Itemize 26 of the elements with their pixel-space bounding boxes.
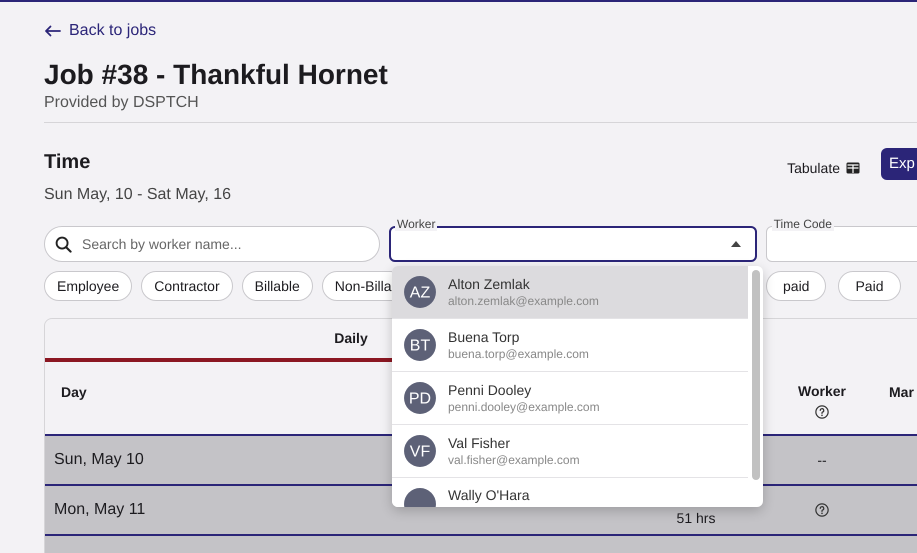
hours-cell-text: 51 hrs [676, 508, 716, 528]
worker-name: Alton Zemlak [448, 275, 531, 293]
column-header: Day [61, 384, 87, 400]
worker-name: Penni Dooley [448, 381, 532, 399]
job-title: Job #38 - Thankful Hornet [44, 58, 388, 92]
column-header: Mar [889, 384, 914, 400]
worker-label: Worker [395, 217, 438, 231]
worker-name: Wally O'Hara [448, 486, 530, 504]
provider-text: Provided by DSPTCH [44, 93, 199, 113]
worker-email: penni.dooley@example.com [448, 399, 600, 415]
time-code-label: Time Code [772, 217, 834, 231]
worker-name: Val Fisher [448, 434, 511, 452]
avatar: PD [404, 382, 436, 414]
worker-name: Buena Torp [448, 328, 520, 346]
worker-email: val.fisher@example.com [448, 452, 580, 468]
worker-email: alton.zemlak@example.com [448, 293, 599, 309]
day-cell-text: Mon, May 11 [53, 500, 146, 520]
column-header: Worker [798, 382, 846, 401]
avatar: BT [404, 329, 436, 361]
date-range: Sun May, 10 - Sat May, 16 [44, 185, 232, 205]
section-title: Time [44, 150, 90, 175]
day-cell-text: Sun, May 10 [53, 450, 144, 470]
worker-cell-text: -- [817, 450, 827, 470]
avatar: VF [404, 435, 436, 467]
worker-email: buena.torp@example.com [448, 346, 589, 362]
avatar: AZ [404, 276, 436, 308]
